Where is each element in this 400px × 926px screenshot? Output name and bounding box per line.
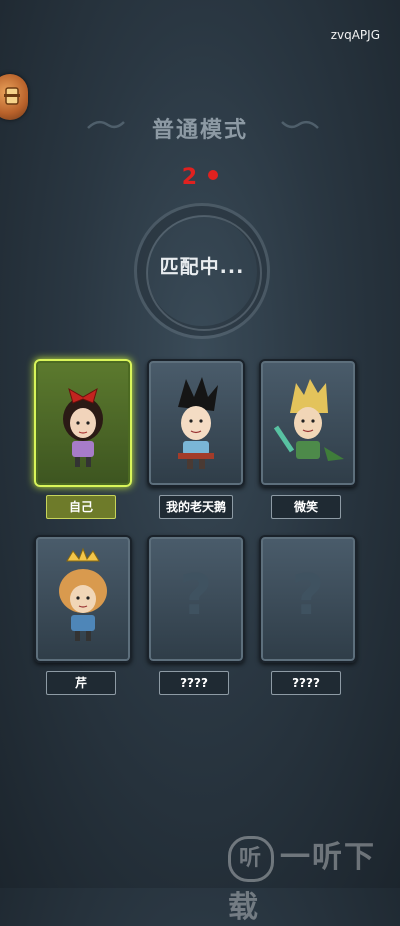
player-card-2[interactable] — [147, 359, 245, 487]
player-name-tag-self: 自己 — [46, 495, 116, 519]
mode-title: 普通模式 — [151, 118, 248, 143]
countdown-dot-icon — [208, 170, 219, 180]
player-card-6[interactable]: ? — [259, 535, 357, 663]
user-id: zvqAPJG — [330, 28, 380, 42]
player-card-5[interactable]: ? — [147, 535, 245, 663]
character-portrait-wendy-icon — [63, 387, 103, 467]
character-portrait-wigfrid-icon — [273, 379, 344, 461]
character-portrait-wilson-icon — [178, 377, 218, 469]
character-portrait-wendy-crown-icon — [59, 547, 107, 641]
player-name-tag-4: 芹 — [46, 671, 116, 695]
watermark: 听一听下载 — [228, 832, 388, 925]
countdown-number: 2 — [181, 165, 198, 190]
player-name-tag-5: ???? — [159, 671, 229, 695]
player-card-4[interactable] — [34, 535, 132, 663]
mode-title-wrap: 普通模式 — [0, 112, 400, 143]
matching-status: 匹配中... — [159, 256, 245, 278]
player-card-3[interactable] — [259, 359, 357, 487]
player-card-self[interactable] — [34, 359, 132, 487]
watermark-logo-icon: 听 — [228, 835, 274, 882]
unknown-player-question-icon: ? — [179, 563, 213, 628]
player-name-tag-6: ???? — [271, 671, 341, 695]
countdown: 2 — [0, 165, 400, 190]
player-name-tag-2: 我的老天鹅 — [159, 495, 233, 519]
player-name-tag-3: 微笑 — [271, 495, 341, 519]
unknown-player-question-icon: ? — [291, 563, 325, 628]
